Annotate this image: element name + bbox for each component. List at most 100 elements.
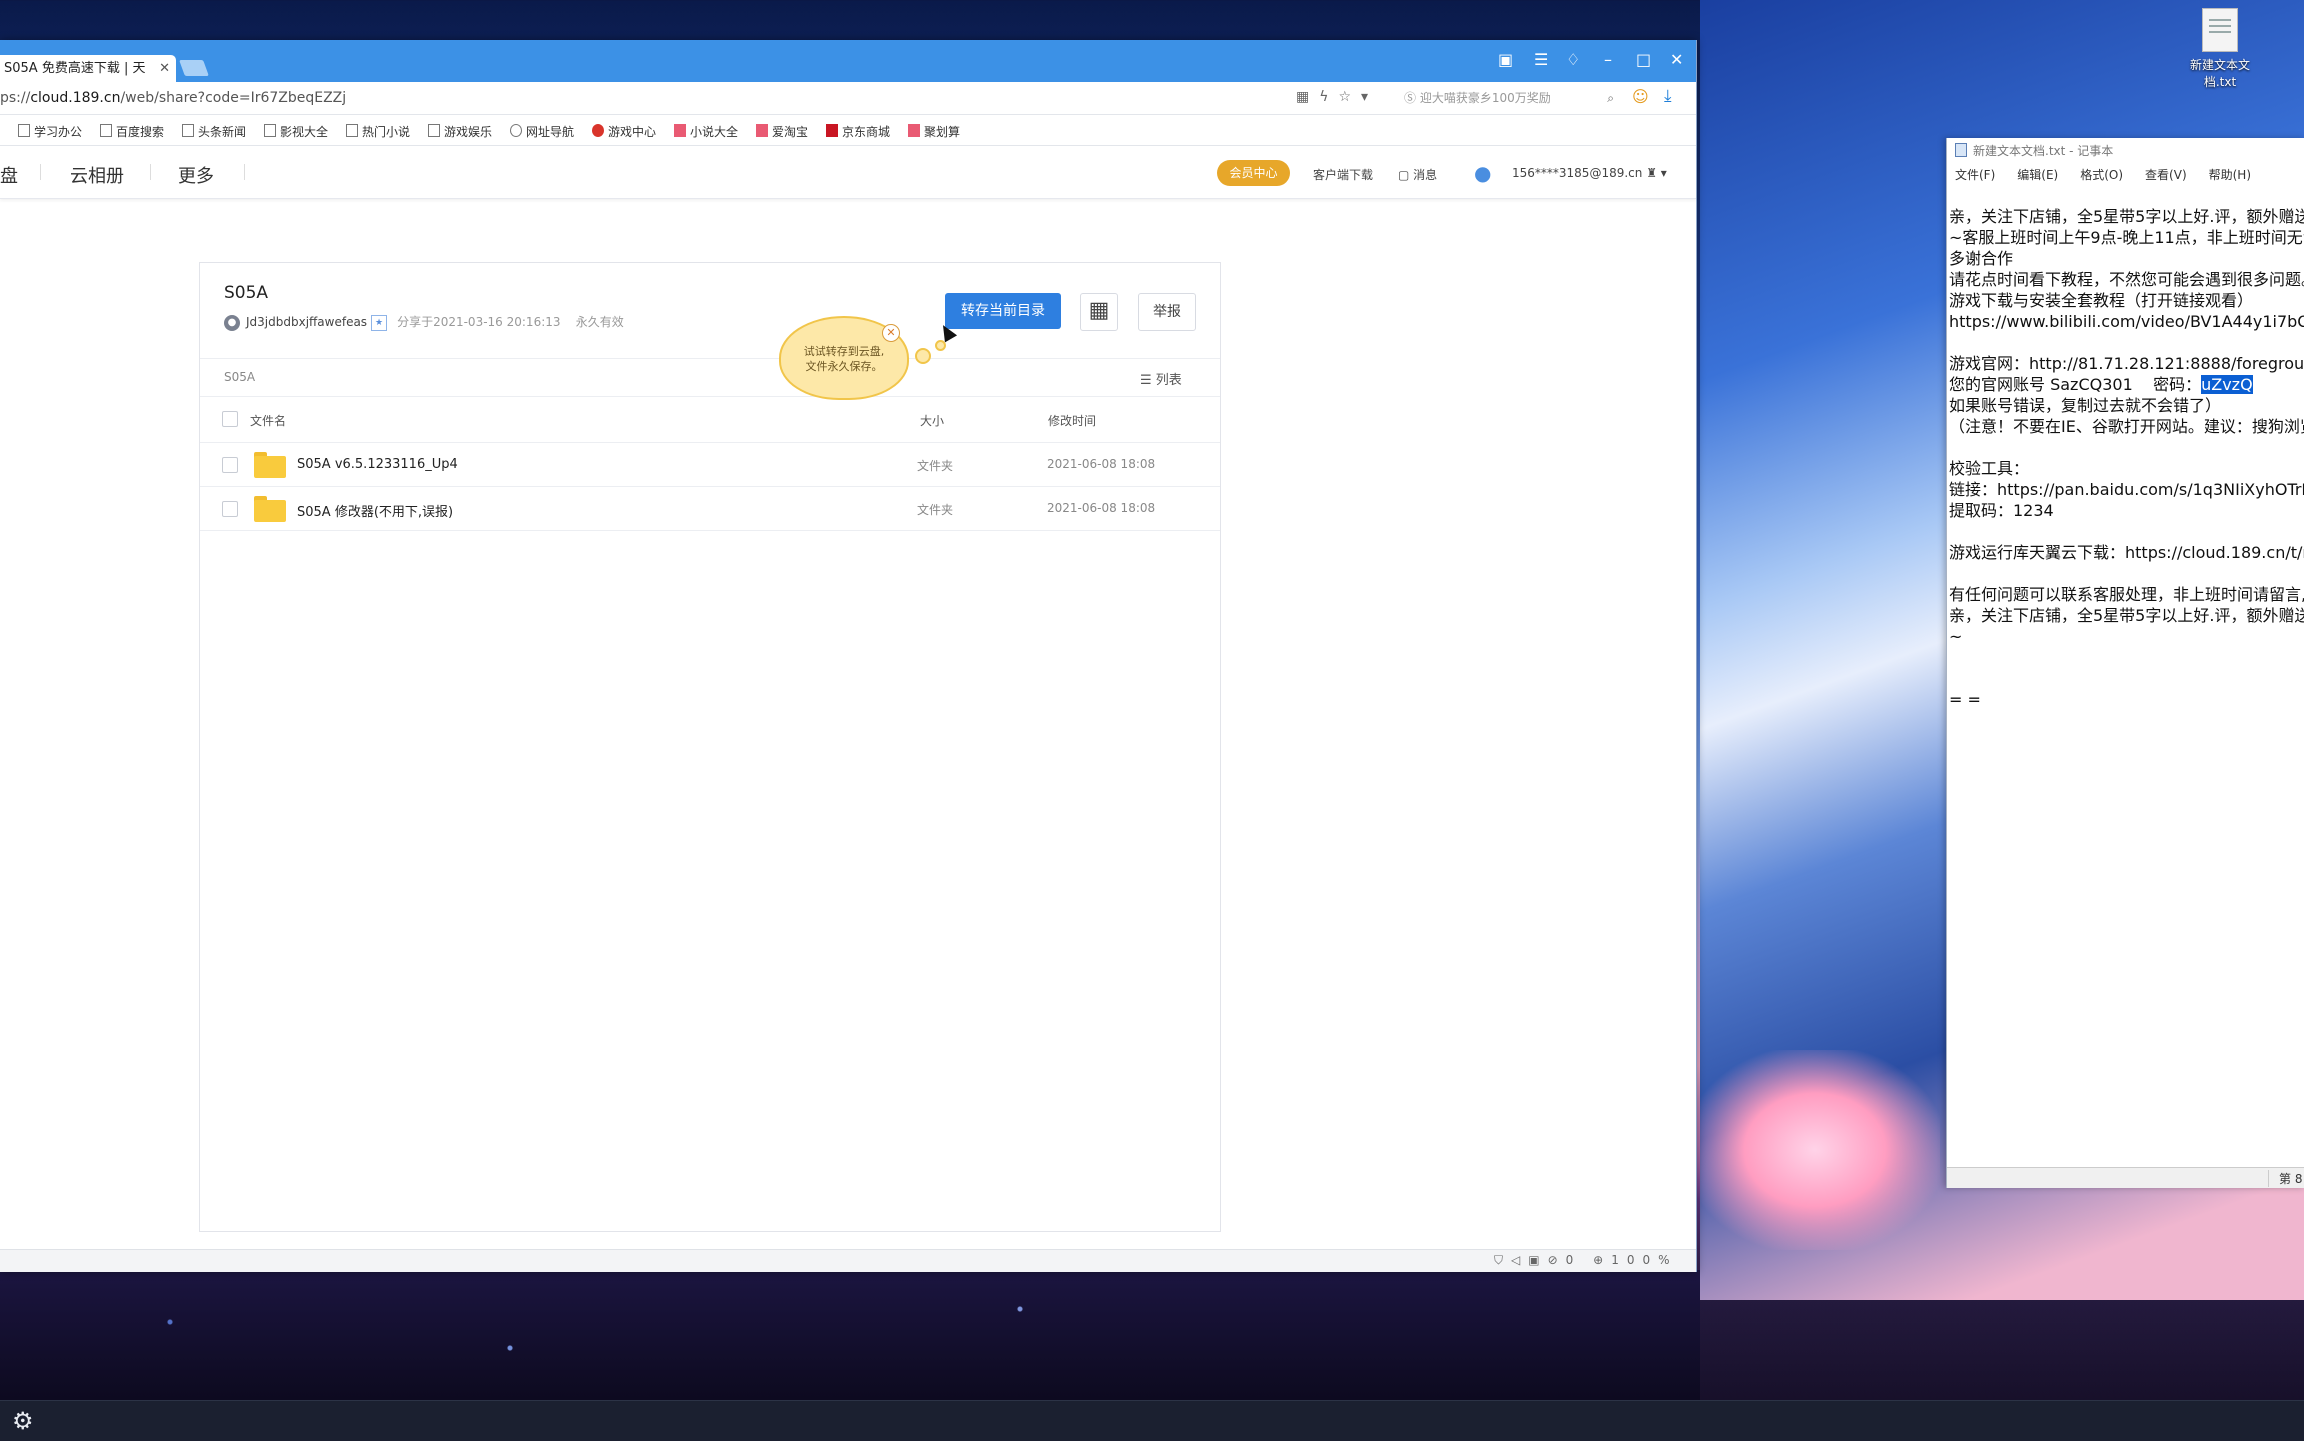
nav-cloud-drive[interactable]: 盘 [0, 162, 18, 188]
view-mode-toggle[interactable]: ☰ 列表 [1140, 369, 1182, 388]
file-type: 文件夹 [917, 459, 954, 473]
menu-help[interactable]: 帮助(H) [2209, 164, 2251, 186]
address-bar[interactable]: ps://cloud.189.cn/web/share?code=Ir67Zbe… [0, 82, 1696, 115]
bookmark-item[interactable]: 爱淘宝 [756, 123, 808, 140]
zoom-icon[interactable]: ⊕ [1593, 1253, 1611, 1267]
speaker-icon[interactable]: ◁ [1511, 1253, 1528, 1267]
gear-icon[interactable]: ⚙ [12, 1407, 34, 1435]
search-placeholder: 迎大喵获豪乡100万奖励 [1419, 91, 1551, 105]
table-row[interactable]: S05A 修改器(不用下,误报) 文件夹 2021-06-08 18:08 [200, 486, 1220, 531]
browser-tab[interactable]: S05A 免费高速下载 | 天 ✕ [0, 55, 176, 82]
bookmark-item[interactable]: 游戏中心 [592, 123, 656, 140]
text-line [1949, 647, 2304, 668]
breadcrumb[interactable]: S05A [224, 370, 255, 384]
share-meta: ● Jd3jdbdbxjffawefeas ★ 分享于2021-03-16 20:16… [224, 313, 624, 331]
nav-more[interactable]: 更多 [178, 162, 214, 188]
selected-password[interactable]: uZvzQ [2201, 375, 2253, 394]
account-name[interactable]: 156****3185@189.cn ♜ ▾ [1512, 166, 1667, 180]
shield-icon[interactable]: ⛉ [1494, 1253, 1511, 1267]
file-name[interactable]: S05A 修改器(不用下,误报) [297, 501, 453, 520]
close-window-icon[interactable]: ✕ [1670, 50, 1683, 69]
qr-icon[interactable]: ▦ [1296, 89, 1319, 105]
divider [200, 530, 1220, 531]
bookmark-item[interactable]: 影视大全 [264, 123, 328, 140]
save-tip-text: 试试转存到云盘, 文件永久保存。 [803, 345, 885, 373]
adblock-icon[interactable]: ⊘ [1548, 1253, 1566, 1267]
bookmark-item[interactable]: 游戏娱乐 [428, 123, 492, 140]
skin-icon[interactable]: ♢ [1566, 50, 1580, 69]
page-icon [264, 124, 276, 137]
download-manager-icon[interactable]: ▣ [1528, 1253, 1547, 1267]
owner-avatar-icon: ● [224, 314, 240, 331]
status-icons: ⛉◁▣⊘0 ⊕100% [1494, 1253, 1678, 1268]
notepad-icon [1955, 143, 1967, 157]
taobao-icon [756, 124, 768, 137]
bookmark-item[interactable]: 聚划算 [908, 123, 960, 140]
new-tab-button[interactable] [179, 60, 209, 76]
bookmark-item[interactable]: 网址导航 [510, 123, 574, 140]
menu-format[interactable]: 格式(O) [2080, 164, 2123, 186]
emoji-icon[interactable]: ☺ [1632, 87, 1649, 106]
bookmark-item[interactable]: 百度搜索 [100, 123, 164, 140]
qr-code-button[interactable]: ▦ [1080, 293, 1118, 331]
share-validity: 永久有效 [575, 315, 624, 329]
column-name[interactable]: 文件名 [250, 412, 286, 429]
row-checkbox[interactable] [222, 501, 238, 517]
zoom-level[interactable]: 100% [1611, 1253, 1677, 1267]
chevron-down-icon[interactable]: ▾ [1661, 166, 1667, 180]
account-level-icon: ♜ [1646, 166, 1657, 180]
wallpaper-glow [1690, 1050, 1940, 1250]
text-line: 游戏下载与安装全套教程（打开链接观看） [1949, 291, 2254, 310]
folder-icon [254, 496, 286, 522]
nav-album[interactable]: 云相册 [70, 162, 124, 188]
select-all-checkbox[interactable] [222, 411, 238, 427]
star-icon[interactable]: ☆ [1338, 89, 1361, 105]
file-modified: 2021-06-08 18:08 [1047, 457, 1156, 471]
bookmark-item[interactable]: 京东商城 [826, 123, 890, 140]
report-button[interactable]: 举报 [1138, 293, 1196, 331]
maximize-icon[interactable]: □ [1636, 50, 1651, 69]
menu-file[interactable]: 文件(F) [1955, 164, 1995, 186]
client-download-link[interactable]: 客户端下载 [1313, 166, 1373, 183]
download-icon[interactable]: ⤓ [1664, 86, 1672, 106]
messages-link[interactable]: ▢ 消息 [1398, 166, 1437, 183]
tab-count-icon[interactable]: ▣ [1498, 50, 1513, 69]
bookmark-item[interactable]: 小说大全 [674, 123, 738, 140]
folder-icon [254, 452, 286, 478]
desktop-file-icon[interactable]: 新建文本文档.txt [2180, 8, 2260, 90]
bookmark-item[interactable]: 热门小说 [346, 123, 410, 140]
menu-edit[interactable]: 编辑(E) [2017, 164, 2058, 186]
save-tip-bubble: 试试转存到云盘, 文件永久保存。 ✕ [779, 316, 909, 400]
notepad-text-area[interactable]: 亲，关注下店铺，全5星带5字以上好.评，额外赠送 ~客服上班时间上午9点-晚上11… [1949, 206, 2304, 1294]
vip-center-button[interactable]: 会员中心 [1217, 160, 1290, 186]
notepad-menubar: 文件(F) 编辑(E) 格式(O) 查看(V) 帮助(H) [1947, 164, 2304, 186]
lightning-icon[interactable]: ϟ [1319, 89, 1338, 105]
text-line: 如果账号错误，复制过去就不会错了） [1949, 396, 2222, 415]
save-to-cloud-button[interactable]: 转存当前目录 [945, 293, 1061, 329]
page-icon [100, 124, 112, 137]
column-size[interactable]: 大小 [920, 412, 944, 429]
user-avatar-icon[interactable]: ● [1474, 162, 1494, 184]
owner-name[interactable]: Jd3jdbdbxjffawefeas [246, 315, 367, 329]
table-row[interactable]: S05A v6.5.1233116_Up4 文件夹 2021-06-08 18:… [200, 442, 1220, 487]
row-checkbox[interactable] [222, 457, 238, 473]
menu-view[interactable]: 查看(V) [2145, 164, 2187, 186]
close-tip-icon[interactable]: ✕ [882, 324, 900, 342]
browser-window: S05A 免费高速下载 | 天 ✕ ▣ ☰ ♢ – □ ✕ ps://cloud… [0, 40, 1697, 1272]
url-text[interactable]: ps://cloud.189.cn/web/share?code=Ir67Zbe… [0, 90, 346, 106]
text-line: 游戏官网：http://81.71.28.121:8888/foreground [1949, 354, 2304, 373]
close-tab-icon[interactable]: ✕ [159, 55, 170, 82]
menu-icon[interactable]: ☰ [1534, 50, 1548, 69]
file-name[interactable]: S05A v6.5.1233116_Up4 [297, 457, 458, 472]
url-path: /web/share?code=Ir67ZbeqEZZj [120, 90, 347, 106]
chevron-down-icon[interactable]: ▾ [1361, 89, 1378, 105]
bookmark-item[interactable]: 头条新闻 [182, 123, 246, 140]
search-icon[interactable]: ⌕ [1607, 87, 1614, 109]
text-line [1949, 521, 2304, 542]
text-line: 请花点时间看下教程，不然您可能会遇到很多问题。 [1949, 270, 2304, 289]
search-input[interactable]: Ⓢ 迎大喵获豪乡100万奖励 ⌕ [1404, 87, 1614, 109]
minimize-icon[interactable]: – [1604, 50, 1612, 69]
bookmark-item[interactable]: 学习办公 [18, 123, 82, 140]
column-modified[interactable]: 修改时间 [1048, 412, 1096, 429]
divider [200, 358, 1220, 359]
